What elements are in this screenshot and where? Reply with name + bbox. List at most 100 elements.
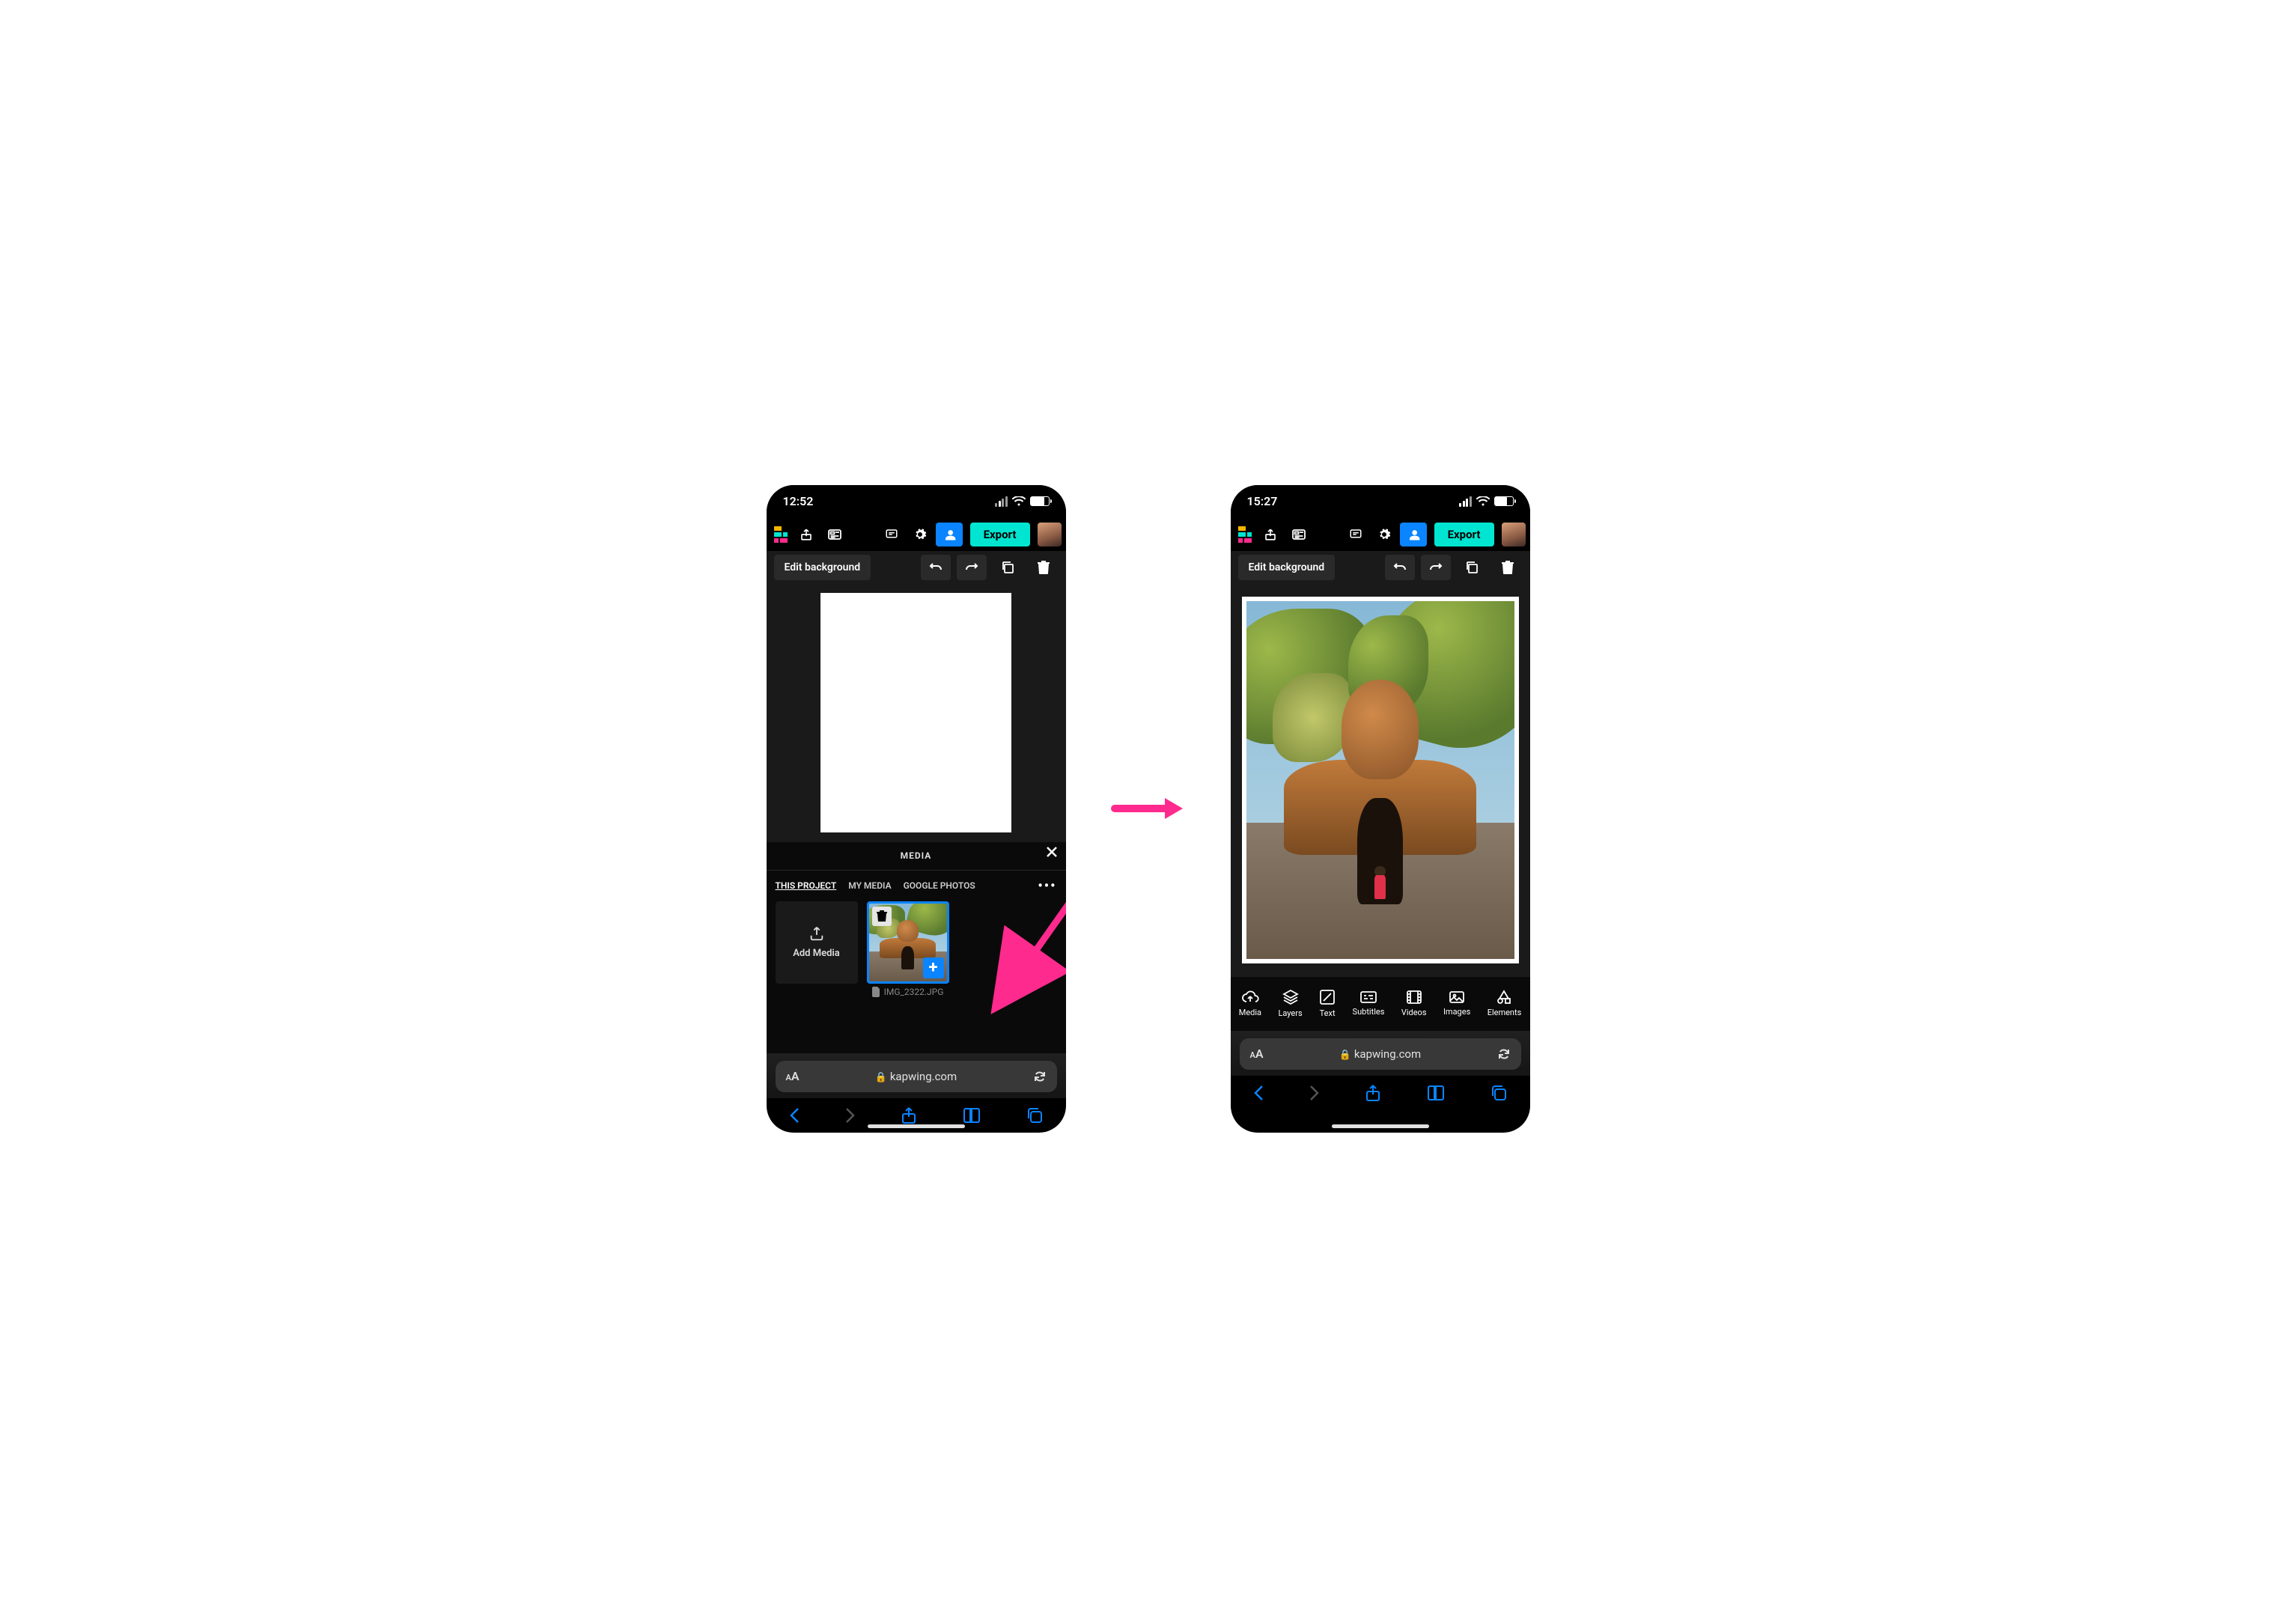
canvas-area[interactable]: [767, 584, 1066, 842]
add-media-button[interactable]: Add Media: [776, 901, 858, 984]
nav-forward-button[interactable]: [1309, 1085, 1320, 1101]
invite-button[interactable]: [936, 523, 963, 546]
video-icon: [1406, 990, 1422, 1005]
tool-media[interactable]: Media: [1239, 990, 1261, 1017]
tool-subtitles[interactable]: Subtitles: [1353, 990, 1385, 1017]
subtitles-icon: [1359, 990, 1377, 1004]
canvas-area[interactable]: [1231, 584, 1530, 977]
share-button[interactable]: [1258, 522, 1283, 547]
url-bar[interactable]: AA 🔒 kapwing.com: [1240, 1038, 1521, 1070]
drawer-more-button[interactable]: •••: [1038, 878, 1056, 894]
edit-toolbar: Edit background: [1231, 551, 1530, 584]
signal-icon: [1459, 496, 1472, 507]
lock-icon: 🔒: [875, 1072, 887, 1083]
app-toolbar: Export: [767, 518, 1066, 551]
url-domain: 🔒 kapwing.com: [807, 1070, 1026, 1083]
canvas-blank[interactable]: [820, 593, 1011, 832]
person-figure: [1374, 866, 1385, 909]
lock-icon: 🔒: [1339, 1050, 1351, 1061]
upload-icon: [809, 925, 825, 942]
export-button[interactable]: Export: [970, 523, 1030, 546]
user-avatar[interactable]: [1502, 523, 1526, 546]
home-indicator[interactable]: [868, 1124, 965, 1128]
redo-button[interactable]: [1421, 555, 1451, 580]
edit-background-button[interactable]: Edit background: [1238, 555, 1336, 580]
battery-icon: [1030, 496, 1050, 506]
safari-nav: [1231, 1076, 1530, 1110]
reload-button[interactable]: [1497, 1047, 1511, 1061]
invite-button[interactable]: [1400, 523, 1427, 546]
screenshot-right: 15:27 Export Edit background: [1231, 485, 1530, 1133]
media-row: Add Media + IMG_232: [767, 901, 1066, 997]
layers-icon: [1282, 989, 1299, 1005]
tool-images[interactable]: Images: [1443, 990, 1470, 1017]
bottom-toolbar: Media Layers Text Subtitles Videos Image…: [1231, 977, 1530, 1031]
add-media-label: Add Media: [793, 948, 840, 959]
comments-button[interactable]: [1343, 522, 1368, 547]
nav-bookmarks-button[interactable]: [1427, 1085, 1445, 1100]
edit-background-button[interactable]: Edit background: [774, 555, 871, 580]
app-logo[interactable]: [1238, 526, 1252, 543]
thumbnail-add-button[interactable]: +: [923, 957, 944, 978]
tab-this-project[interactable]: THIS PROJECT: [776, 880, 837, 891]
canvas-with-image[interactable]: [1242, 597, 1519, 963]
drawer-title: MEDIA: [901, 850, 932, 861]
cloud-upload-icon: [1241, 990, 1259, 1005]
status-time: 12:52: [783, 494, 814, 508]
status-time: 15:27: [1247, 494, 1278, 508]
nav-share-button[interactable]: [901, 1106, 916, 1124]
wifi-icon: [1012, 496, 1026, 507]
comments-button[interactable]: [879, 522, 904, 547]
settings-button[interactable]: [1371, 522, 1397, 547]
transition-arrow: [1111, 794, 1186, 823]
tab-google-photos[interactable]: GOOGLE PHOTOS: [904, 880, 975, 891]
delete-button[interactable]: [1493, 555, 1523, 580]
share-button[interactable]: [794, 522, 819, 547]
nav-bookmarks-button[interactable]: [963, 1108, 981, 1123]
nav-tabs-button[interactable]: [1490, 1085, 1507, 1101]
tool-layers[interactable]: Layers: [1278, 989, 1302, 1018]
undo-button[interactable]: [1385, 555, 1415, 580]
thumbnail-delete-button[interactable]: [872, 907, 892, 926]
duplicate-button[interactable]: [1457, 555, 1487, 580]
tool-text[interactable]: Text: [1319, 989, 1336, 1018]
safari-chrome: AA 🔒 kapwing.com: [767, 1053, 1066, 1098]
nav-back-button[interactable]: [1253, 1085, 1264, 1101]
file-icon: [872, 987, 881, 997]
battery-icon: [1494, 496, 1514, 506]
nav-share-button[interactable]: [1365, 1084, 1380, 1102]
close-drawer-button[interactable]: [1045, 845, 1059, 859]
redo-button[interactable]: [957, 555, 987, 580]
settings-button[interactable]: [907, 522, 933, 547]
media-drawer: MEDIA THIS PROJECT MY MEDIA GOOGLE PHOTO…: [767, 842, 1066, 1053]
nav-back-button[interactable]: [789, 1107, 800, 1124]
edit-toolbar: Edit background: [767, 551, 1066, 584]
wifi-icon: [1476, 496, 1490, 507]
user-avatar[interactable]: [1038, 523, 1062, 546]
home-indicator[interactable]: [1332, 1124, 1429, 1128]
export-button[interactable]: Export: [1434, 523, 1494, 546]
screenshot-left: 12:52 Export: [767, 485, 1066, 1133]
status-bar: 12:52: [767, 485, 1066, 518]
safari-chrome: AA 🔒 kapwing.com: [1231, 1031, 1530, 1076]
tab-my-media[interactable]: MY MEDIA: [848, 880, 891, 891]
status-indicators: [995, 496, 1050, 507]
status-bar: 15:27: [1231, 485, 1530, 518]
app-logo[interactable]: [774, 526, 788, 543]
text-size-button[interactable]: AA: [786, 1069, 800, 1083]
undo-button[interactable]: [921, 555, 951, 580]
reload-button[interactable]: [1033, 1070, 1047, 1083]
delete-button[interactable]: [1029, 555, 1059, 580]
rename-button[interactable]: [1286, 522, 1312, 547]
text-size-button[interactable]: AA: [1250, 1047, 1264, 1061]
tool-videos[interactable]: Videos: [1401, 990, 1427, 1017]
url-bar[interactable]: AA 🔒 kapwing.com: [776, 1061, 1057, 1092]
rename-button[interactable]: [822, 522, 847, 547]
nav-forward-button[interactable]: [845, 1107, 856, 1124]
nav-tabs-button[interactable]: [1026, 1107, 1043, 1124]
tool-elements[interactable]: Elements: [1487, 990, 1522, 1017]
duplicate-button[interactable]: [993, 555, 1023, 580]
status-indicators: [1459, 496, 1514, 507]
media-thumbnail[interactable]: +: [867, 901, 949, 984]
text-icon: [1319, 989, 1336, 1005]
